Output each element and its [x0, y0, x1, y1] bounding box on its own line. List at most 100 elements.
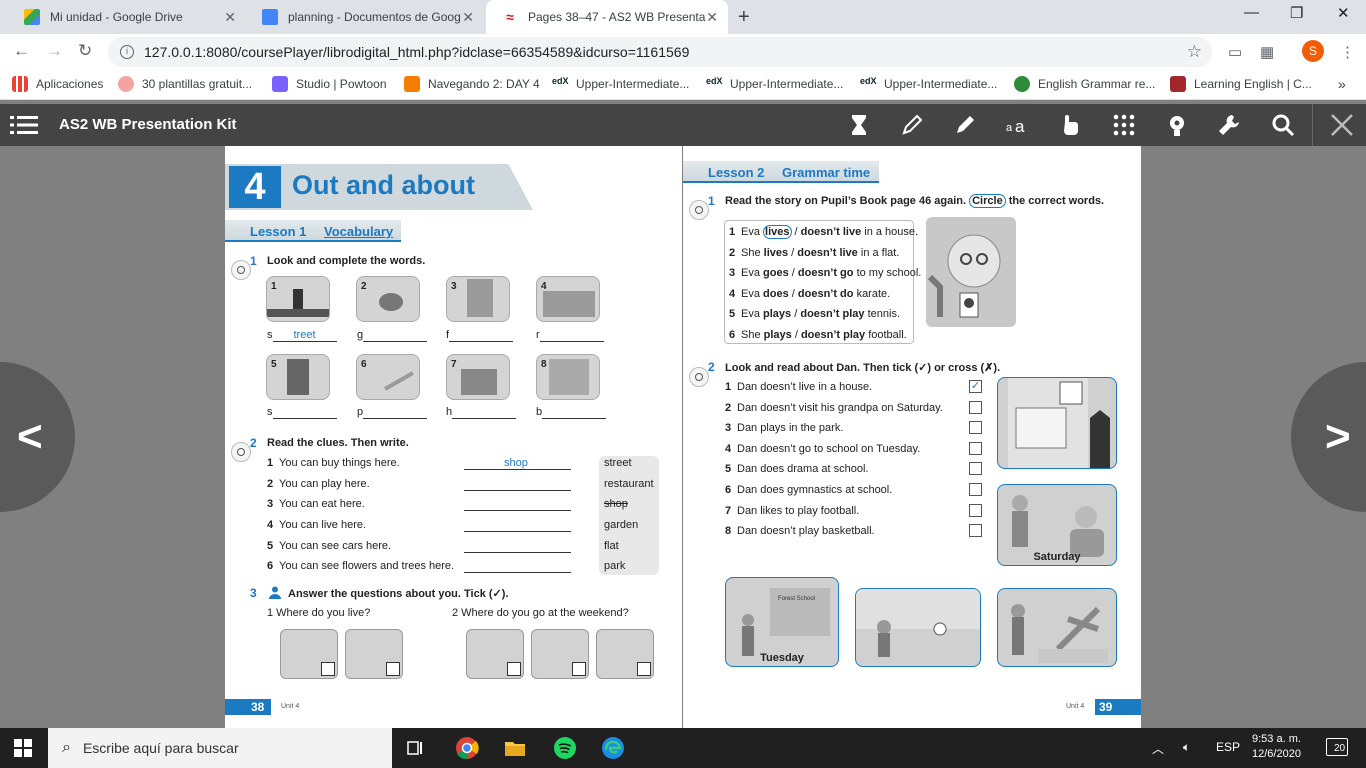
tick-cross-box[interactable] [969, 441, 982, 455]
previous-page-button[interactable]: < [0, 362, 75, 512]
tick-cross-box[interactable] [969, 421, 982, 435]
bookmark-plantillas[interactable]: 30 plantillas gratuit... [118, 76, 252, 92]
zoom-exercise-icon[interactable] [689, 200, 709, 220]
answer-field-5[interactable] [464, 541, 571, 553]
word-answer-4[interactable]: r [536, 329, 604, 342]
answer-field-3[interactable] [464, 499, 571, 511]
answer-field-4[interactable] [464, 520, 571, 532]
tick-box[interactable] [637, 662, 651, 676]
word-answer-6[interactable]: p [357, 406, 428, 419]
menu-dots-icon[interactable]: ⋮ [1340, 43, 1355, 61]
next-page-button[interactable]: > [1291, 362, 1366, 512]
tab-presentation-kit[interactable]: ≈ Pages 38–47 - AS2 WB Presentat ✕ [486, 0, 728, 34]
close-icon[interactable]: ✕ [462, 9, 474, 26]
menu-icon[interactable] [10, 115, 38, 135]
story-sentence[interactable]: 2 She lives / doesn’t live in a flat. [729, 247, 899, 259]
minimize-button[interactable]: — [1244, 4, 1259, 21]
story-sentence[interactable]: 5 Eva plays / doesn’t play tennis. [729, 308, 900, 320]
back-button[interactable]: ← [13, 41, 30, 61]
extensions-grid-icon[interactable]: ▦ [1260, 43, 1274, 61]
bookmark-grammar[interactable]: English Grammar re... [1014, 76, 1155, 92]
tick-cross-box[interactable] [969, 462, 982, 476]
story-sentence[interactable]: 4 Eva does / doesn’t do karate. [729, 288, 890, 300]
file-explorer-icon[interactable] [503, 736, 527, 760]
text-size-icon[interactable]: aa [1005, 112, 1031, 138]
restore-button[interactable]: ❐ [1290, 4, 1303, 22]
word-answer-3[interactable]: f [446, 329, 514, 342]
notifications-icon[interactable]: 20 [1326, 738, 1348, 756]
tick-cross-box[interactable]: ✓ [969, 380, 982, 393]
station-option[interactable] [531, 629, 589, 679]
option-a[interactable]: does [763, 288, 789, 300]
zoom-exercise-icon[interactable] [231, 260, 251, 280]
tick-cross-box[interactable] [969, 400, 982, 414]
system-clock[interactable]: 9:53 a. m. 12/6/2020 [1252, 732, 1301, 762]
option-a[interactable]: plays [764, 329, 792, 341]
highlighter-icon[interactable] [952, 112, 978, 138]
close-icon[interactable] [1329, 112, 1355, 138]
story-sentence[interactable]: 1 Eva lives / doesn’t live in a house. [729, 225, 918, 239]
tick-box[interactable] [572, 662, 586, 676]
restaurant-option[interactable] [466, 629, 524, 679]
tick-box[interactable] [507, 662, 521, 676]
wrench-icon[interactable] [1216, 112, 1242, 138]
language-indicator[interactable]: ESP [1216, 740, 1240, 754]
search-icon[interactable] [1270, 112, 1296, 138]
apps-grid-icon[interactable] [1111, 112, 1137, 138]
option-a[interactable]: goes [763, 267, 789, 279]
spotify-icon[interactable] [553, 736, 577, 760]
bookmark-upper-2[interactable]: edX Upper-Intermediate... [706, 76, 843, 92]
bookmark-apps[interactable]: Aplicaciones [12, 76, 103, 92]
chrome-icon[interactable] [455, 736, 479, 760]
word-answer-8[interactable]: b [536, 406, 607, 419]
story-sentence[interactable]: 6 She plays / doesn’t play football. [729, 329, 907, 341]
bookmark-navegando[interactable]: Navegando 2: DAY 4 [404, 76, 540, 92]
option-a[interactable]: plays [763, 308, 791, 320]
reload-button[interactable]: ↻ [78, 41, 92, 61]
answer-field-6[interactable] [464, 561, 571, 573]
word-answer-2[interactable]: g [357, 329, 428, 342]
bookmark-powtoon[interactable]: Studio | Powtoon [272, 76, 387, 92]
volume-icon[interactable]: 🔈︎ [1183, 740, 1190, 755]
story-sentence[interactable]: 3 Eva goes / doesn’t go to my school. [729, 267, 921, 279]
show-hidden-icons-icon[interactable]: ︿ [1152, 740, 1164, 757]
tick-box[interactable] [386, 662, 400, 676]
word-answer-7[interactable]: h [446, 406, 517, 419]
option-a[interactable]: lives [764, 247, 788, 259]
option-b[interactable]: doesn’t do [798, 288, 854, 300]
bookmark-star-icon[interactable]: ☆ [1187, 42, 1202, 62]
windows-start-icon[interactable] [14, 739, 32, 757]
option-b[interactable]: doesn’t play [800, 308, 864, 320]
option-a[interactable]: lives [763, 225, 792, 239]
bookmark-upper-3[interactable]: edX Upper-Intermediate... [860, 76, 997, 92]
pencil-icon[interactable] [899, 112, 925, 138]
tick-cross-box[interactable] [969, 503, 982, 517]
tab-planning-doc[interactable]: planning - Documentos de Goog ✕ [246, 0, 484, 34]
word-answer-1[interactable]: s treet [267, 329, 337, 342]
touch-icon[interactable] [1058, 112, 1084, 138]
new-tab-button[interactable]: + [738, 6, 750, 29]
close-icon[interactable]: ✕ [224, 9, 236, 26]
tick-cross-box[interactable] [969, 483, 982, 496]
reading-list-icon[interactable]: ▭ [1228, 43, 1242, 61]
info-icon[interactable]: i [120, 45, 134, 59]
window-close-button[interactable]: ✕ [1337, 4, 1350, 22]
taskbar-search[interactable]: ⌕ Escribe aquí para buscar [48, 728, 392, 768]
spotlight-icon[interactable] [1164, 112, 1190, 138]
bookmark-learning-english[interactable]: Learning English | C... [1170, 76, 1312, 92]
flat-option[interactable] [345, 629, 403, 679]
hourglass-icon[interactable] [846, 112, 872, 138]
edge-icon[interactable] [601, 736, 625, 760]
bookmarks-overflow-icon[interactable]: » [1338, 76, 1346, 92]
option-b[interactable]: doesn’t live [801, 226, 862, 238]
option-b[interactable]: doesn’t play [801, 329, 865, 341]
option-b[interactable]: doesn’t live [797, 247, 858, 259]
house-option[interactable] [280, 629, 338, 679]
park-option[interactable] [596, 629, 654, 679]
word-answer-5[interactable]: s [267, 406, 337, 419]
tick-cross-box[interactable] [969, 524, 982, 538]
zoom-exercise-icon[interactable] [231, 442, 251, 462]
address-bar[interactable]: i 127.0.0.1:8080/coursePlayer/librodigit… [108, 37, 1212, 67]
zoom-exercise-icon[interactable] [689, 367, 709, 387]
task-view-icon[interactable] [404, 736, 428, 760]
